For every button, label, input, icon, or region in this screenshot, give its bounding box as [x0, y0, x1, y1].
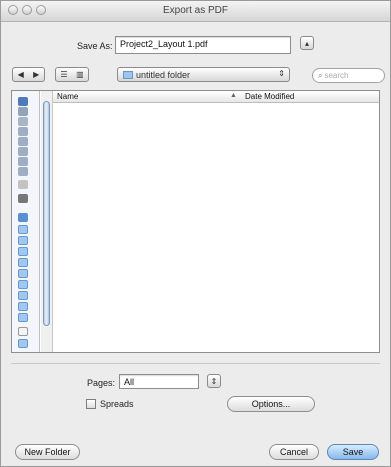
save-as-filename-input[interactable]: Project2_Layout 1.pdf [115, 36, 291, 54]
cancel-button[interactable]: Cancel [269, 444, 319, 460]
folder-icon[interactable] [18, 339, 28, 348]
folder-icon[interactable] [18, 280, 28, 289]
disk-icon[interactable] [18, 147, 28, 156]
search-field[interactable]: ⌕ search [312, 68, 385, 83]
spreads-label: Spreads [100, 399, 134, 409]
location-label: untitled folder [136, 69, 191, 80]
options-panel: Pages: All ⇕ Spreads Options... [11, 363, 380, 430]
folder-icon[interactable] [18, 247, 28, 256]
updown-arrows-icon: ⇕ [210, 376, 218, 386]
network-icon[interactable] [18, 180, 28, 189]
search-placeholder: search [324, 71, 349, 80]
folder-icon[interactable] [18, 225, 28, 234]
folder-icon[interactable] [18, 291, 28, 300]
sort-arrow-icon: ▲ [230, 92, 237, 99]
sidebar-scrollbar[interactable] [41, 91, 53, 352]
magnifier-icon: ⌕ [318, 71, 323, 80]
name-column-header[interactable]: Name [53, 91, 241, 103]
updown-arrows-icon: ⇕ [278, 69, 285, 78]
folder-icon[interactable] [18, 236, 28, 245]
pages-label: Pages: [87, 378, 116, 388]
file-list-area[interactable] [53, 103, 379, 352]
expand-dialog-button[interactable]: ▴ [300, 36, 314, 50]
new-folder-button[interactable]: New Folder [15, 444, 80, 460]
forward-arrow-icon[interactable]: ▶ [33, 70, 39, 79]
folder-icon[interactable] [18, 258, 28, 267]
save-button[interactable]: Save [327, 444, 379, 460]
pages-stepper-button[interactable]: ⇕ [207, 374, 221, 388]
column-view-icon[interactable]: ▥ [76, 70, 84, 79]
file-browser: Name Date Modified ▲ [11, 90, 380, 353]
computer-icon[interactable] [18, 97, 28, 106]
folder-icon[interactable] [18, 313, 28, 322]
location-popup[interactable]: untitled folder ⇕ [117, 67, 290, 82]
folder-icon[interactable] [18, 302, 28, 311]
sidebar [12, 91, 40, 352]
back-forward-control: ◀ ▶ [12, 67, 45, 82]
options-button[interactable]: Options... [227, 396, 315, 412]
spreads-checkbox[interactable] [86, 399, 96, 409]
disk-icon[interactable] [18, 127, 28, 136]
export-pdf-dialog: Export as PDF Save As: Project2_Layout 1… [0, 0, 391, 467]
disk-icon[interactable] [18, 137, 28, 146]
hand-icon[interactable] [18, 327, 28, 336]
chevron-up-icon: ▴ [304, 38, 309, 48]
save-as-label: Save As: [77, 41, 113, 51]
desktop-icon[interactable] [18, 107, 28, 116]
disk-icon[interactable] [18, 167, 28, 176]
title-bar: Export as PDF [1, 1, 390, 22]
list-view-icon[interactable]: ☰ [60, 70, 67, 79]
date-modified-column-header[interactable]: Date Modified [241, 91, 379, 103]
disk-icon[interactable] [18, 117, 28, 126]
back-arrow-icon[interactable]: ◀ [18, 70, 24, 79]
window-title: Export as PDF [162, 5, 229, 16]
folder-icon [123, 70, 133, 79]
pages-popup[interactable]: All [119, 374, 199, 389]
drive-icon[interactable] [18, 194, 28, 203]
sidebar-scroll-thumb[interactable] [43, 101, 50, 326]
disk-icon[interactable] [18, 157, 28, 166]
view-mode-control: ☰ ▥ [55, 67, 89, 82]
folder-icon[interactable] [18, 269, 28, 278]
application-icon[interactable] [18, 213, 28, 222]
